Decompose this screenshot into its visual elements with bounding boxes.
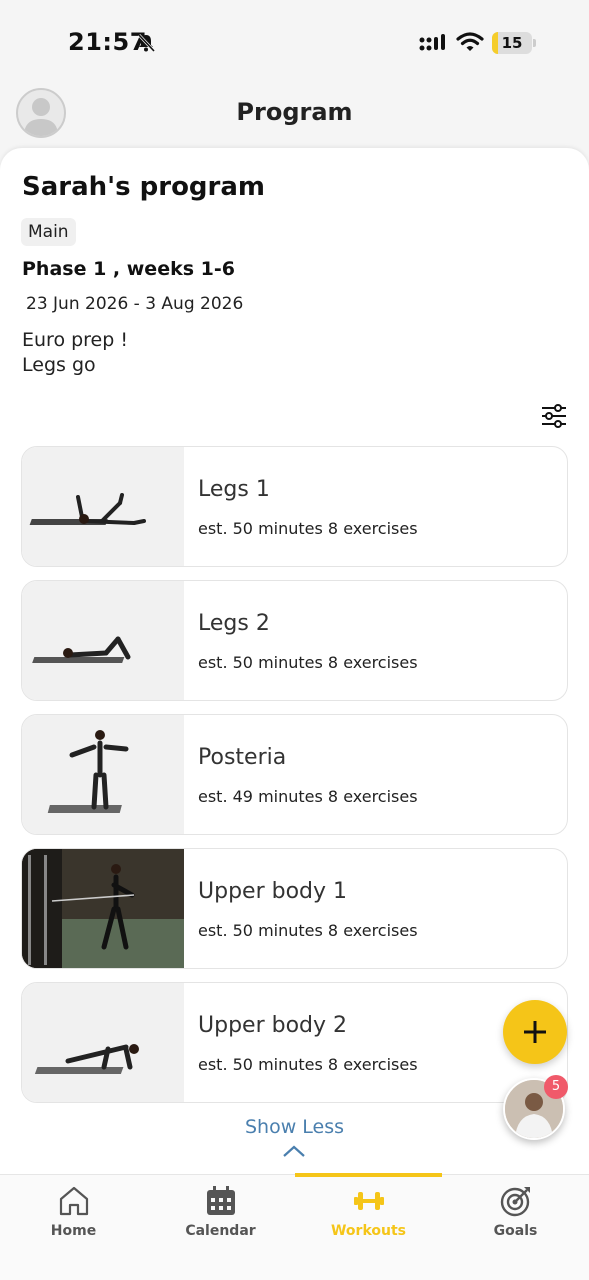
page-title: Program — [236, 98, 353, 126]
filter-sliders-icon[interactable] — [540, 402, 568, 430]
program-description: Euro prep ! Legs go — [22, 329, 128, 376]
tab-calendar[interactable]: Calendar — [147, 1175, 294, 1245]
tab-label: Goals — [493, 1223, 538, 1239]
workout-card-legs-1[interactable]: Legs 1 est. 50 minutes 8 exercises — [21, 446, 568, 567]
chat-badge: 5 — [544, 1075, 568, 1099]
workout-card-posteria[interactable]: Posteria est. 49 minutes 8 exercises — [21, 714, 568, 835]
program-sheet: Sarah's program Main Phase 1 , weeks 1-6… — [0, 148, 589, 1174]
dumbbell-icon — [354, 1192, 384, 1210]
tab-label: Calendar — [185, 1223, 256, 1239]
tab-label: Home — [50, 1223, 97, 1239]
workout-card-upper-body-2[interactable]: Upper body 2 est. 50 minutes 8 exercises — [21, 982, 568, 1103]
battery-percent: 15 — [501, 34, 523, 52]
tab-goals[interactable]: Goals — [442, 1175, 589, 1245]
add-button[interactable] — [503, 1000, 567, 1064]
workout-meta: est. 50 minutes 8 exercises — [198, 921, 418, 940]
workout-thumbnail — [22, 447, 184, 566]
program-title: Sarah's program — [22, 172, 266, 202]
tab-label: Workouts — [330, 1223, 406, 1239]
program-tag: Main — [21, 218, 76, 246]
workout-meta: est. 50 minutes 8 exercises — [198, 1055, 418, 1074]
workout-meta: est. 50 minutes 8 exercises — [198, 653, 418, 672]
workout-thumbnail — [22, 581, 184, 700]
tab-workouts[interactable]: Workouts — [295, 1175, 442, 1245]
workout-thumbnail — [22, 715, 184, 834]
workout-name: Upper body 1 — [198, 879, 348, 904]
wifi-icon — [456, 32, 484, 51]
workout-name: Legs 2 — [198, 611, 270, 636]
calendar-icon — [207, 1186, 235, 1215]
battery-indicator: 15 — [492, 32, 536, 54]
phase-heading: Phase 1 , weeks 1-6 — [22, 258, 235, 280]
tab-home[interactable]: Home — [0, 1175, 147, 1245]
bottom-tab-bar: Home Calendar Workouts Goals — [0, 1173, 589, 1280]
show-less-link[interactable]: Show Less — [0, 1116, 589, 1138]
workout-thumbnail — [22, 983, 184, 1102]
phase-dates: 23 Jun 2026 - 3 Aug 2026 — [26, 294, 244, 314]
signal-icon — [419, 34, 445, 51]
workout-meta: est. 50 minutes 8 exercises — [198, 519, 418, 538]
workout-name: Legs 1 — [198, 477, 270, 502]
workout-card-legs-2[interactable]: Legs 2 est. 50 minutes 8 exercises — [21, 580, 568, 701]
workout-meta: est. 49 minutes 8 exercises — [198, 787, 418, 806]
workout-card-upper-body-1[interactable]: Upper body 1 est. 50 minutes 8 exercises — [21, 848, 568, 969]
home-icon — [59, 1186, 89, 1216]
workout-name: Posteria — [198, 745, 287, 770]
workout-thumbnail — [22, 849, 184, 968]
chevron-up-icon[interactable] — [282, 1144, 306, 1158]
status-bar: 21:57 15 — [0, 0, 589, 84]
workout-name: Upper body 2 — [198, 1013, 348, 1038]
target-icon — [500, 1187, 530, 1217]
plus-icon — [524, 1021, 546, 1043]
bell-muted-icon — [137, 33, 156, 53]
app-header: Program — [0, 84, 589, 146]
